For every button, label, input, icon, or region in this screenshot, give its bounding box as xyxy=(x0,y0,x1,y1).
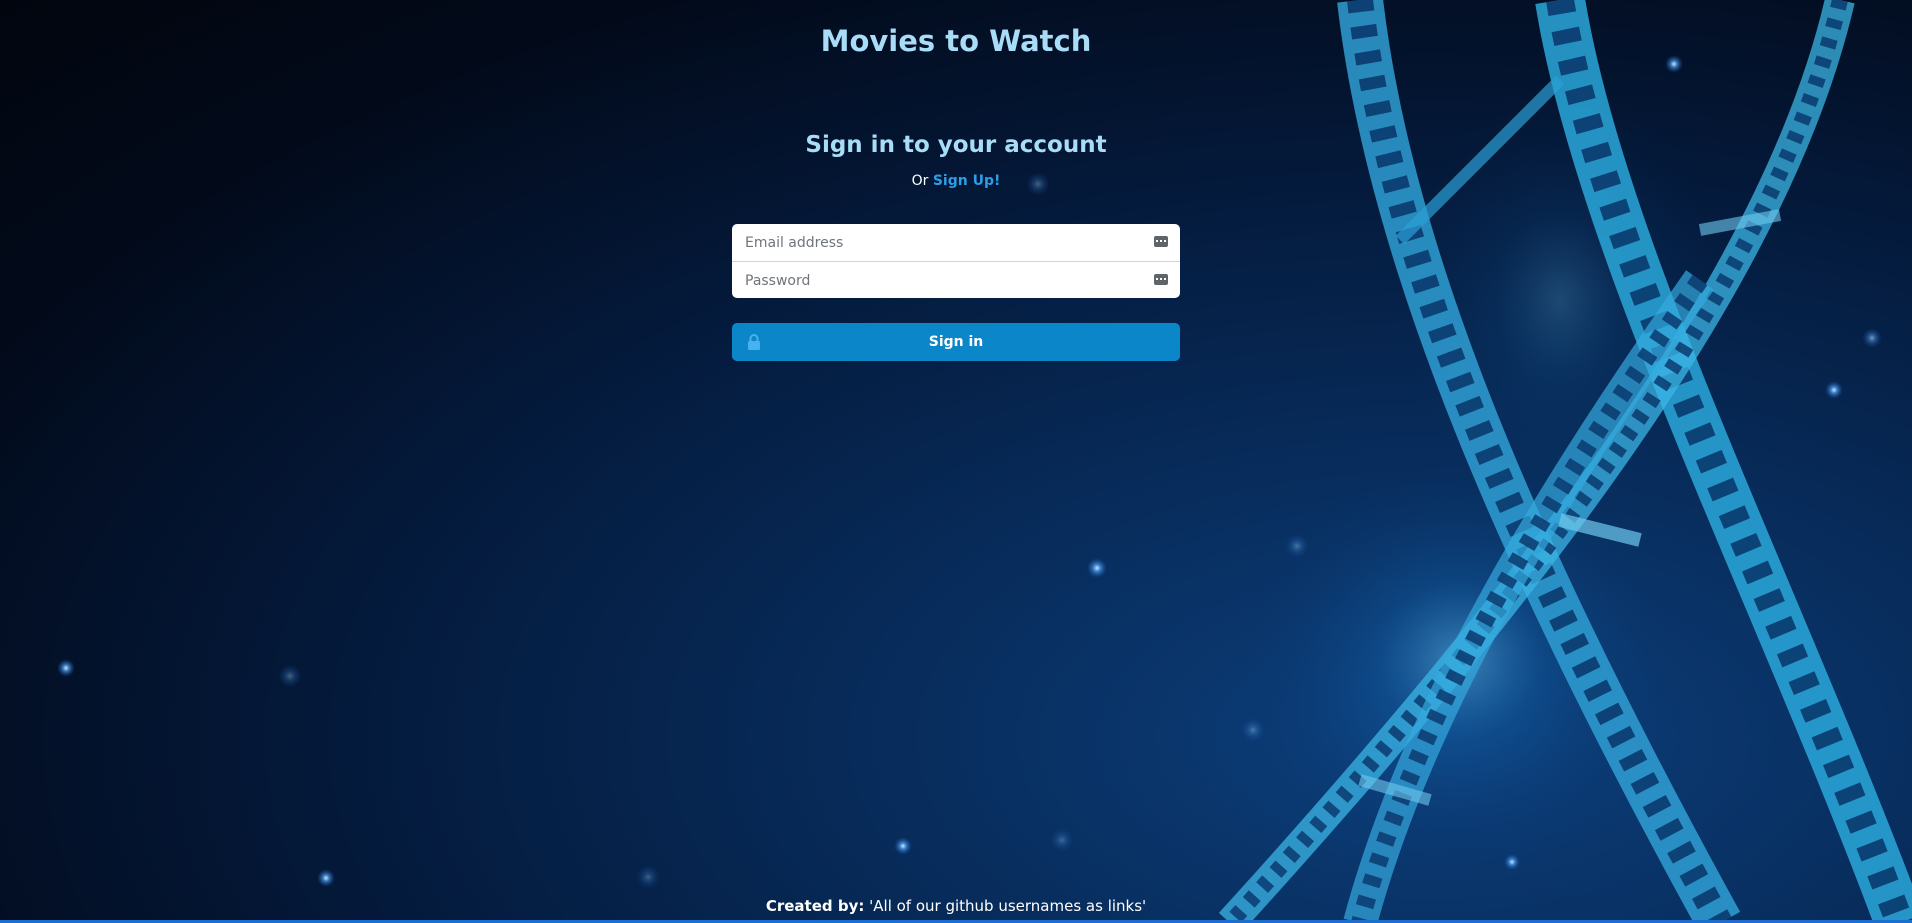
login-input-group xyxy=(732,224,1180,298)
signin-button[interactable]: Sign in xyxy=(732,323,1180,361)
lock-icon xyxy=(748,334,760,350)
page-title: Movies to Watch xyxy=(820,24,1092,58)
signup-line: Or Sign Up! xyxy=(0,173,1912,189)
key-icon[interactable] xyxy=(1154,236,1168,247)
footer-text: 'All of our github usernames as links' xyxy=(869,897,1147,915)
signin-label: Sign in xyxy=(928,334,984,350)
signup-prefix: Or xyxy=(911,173,929,189)
footer-label: Created by: xyxy=(765,897,865,915)
email-input[interactable] xyxy=(732,224,1180,261)
form-heading: Sign in to your account xyxy=(805,132,1107,158)
email-field-wrapper xyxy=(732,224,1180,261)
password-input[interactable] xyxy=(732,262,1180,298)
password-field-wrapper xyxy=(732,261,1180,298)
key-icon[interactable] xyxy=(1154,274,1168,285)
footer: Created by: 'All of our github usernames… xyxy=(0,897,1912,915)
signup-link[interactable]: Sign Up! xyxy=(933,173,1001,189)
